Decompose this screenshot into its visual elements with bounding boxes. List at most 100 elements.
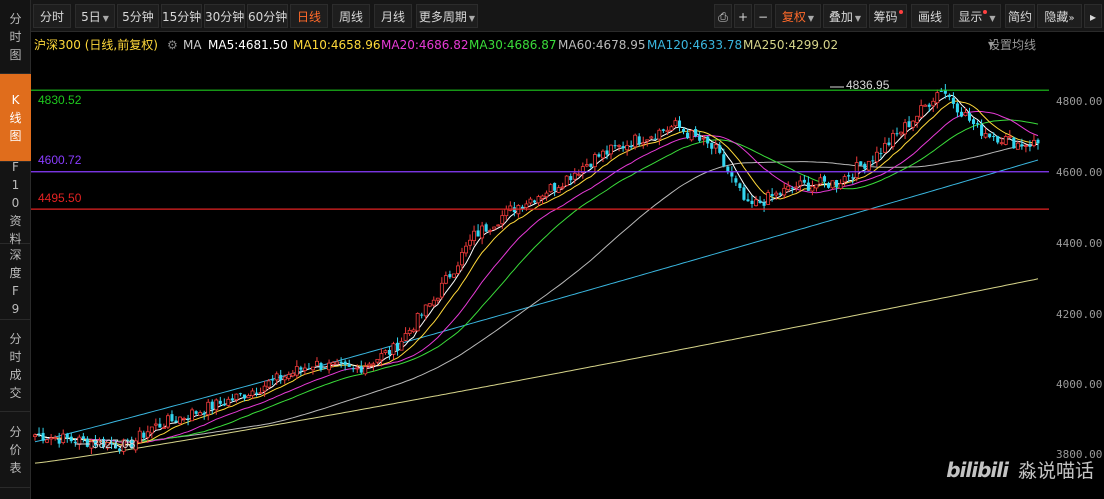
candle-body [73,441,77,444]
candle-body [45,439,50,443]
candle-body [399,340,404,351]
candle-body [967,112,972,121]
candle-body [814,184,819,189]
kline-chart[interactable] [0,0,1104,499]
candle-body [1007,135,1012,138]
candle-body [407,329,412,335]
candle-body [992,136,996,138]
candle-body [435,297,440,301]
candle-body [569,176,573,181]
price-tick: 4800.00 [1056,95,1103,108]
candle-body [701,137,706,140]
candle-body [899,131,903,135]
candle-body [556,187,561,193]
bilibili-watermark: bilibili 淼说喵话 [946,456,1094,483]
candle-body [544,192,549,197]
candle-body [911,120,916,128]
hline-label-4495: 4495.50 [38,191,82,205]
candle-body [698,136,702,141]
candle-body [835,180,839,187]
candle-body [335,361,340,365]
candle-body [686,132,690,139]
candle-body [758,200,762,203]
candle-body [939,90,943,92]
candle-body [472,230,476,242]
candle-body [484,224,488,232]
candle-body [694,129,698,137]
candle-body [290,372,295,377]
candle-body [919,105,924,118]
candle-body [222,403,226,406]
candle-body [645,139,650,142]
candle-body [174,420,178,423]
candle-body [49,437,54,440]
candle-body [826,183,831,188]
candle-body [907,121,911,128]
candle-body [315,360,319,367]
candle-body [468,239,472,246]
candle-body [564,175,569,186]
candle-body [448,274,452,278]
candle-body [480,225,485,239]
candle-body [609,144,613,155]
candle-body [540,195,545,199]
candle-body [637,136,641,144]
candle-body [234,393,239,401]
candle-body [255,392,259,394]
candle-body [1023,145,1028,147]
candle-body [972,119,976,125]
high-annotation: 4836.95 [846,78,890,92]
candle-body [242,394,247,399]
candle-body [359,366,363,373]
hline-label-4600: 4600.72 [38,153,82,167]
candle-body [718,145,722,153]
candle-body [61,433,66,444]
candle-body [331,362,336,365]
candle-body [915,115,920,123]
candle-body [323,368,327,370]
candle-body [149,426,154,434]
candle-body [621,146,625,149]
candle-body [548,184,553,193]
price-tick: 4600.00 [1056,166,1103,179]
candle-body [355,367,360,370]
candle-body [307,368,311,370]
candle-body [641,142,646,145]
candle-body [750,200,754,204]
candle-body [279,375,283,381]
candle-body [536,196,541,204]
candle-body [863,163,867,169]
candle-body [657,129,662,140]
candle-body [983,133,988,138]
candle-body [431,299,436,306]
candle-body [1028,145,1032,147]
candle-body [1012,137,1016,149]
candle-body [1020,144,1024,147]
candle-body [1036,139,1040,144]
candle-body [798,180,803,186]
candle-body [838,183,843,189]
price-tick: 4000.00 [1056,378,1103,391]
candle-body [786,185,791,191]
candle-body [396,342,400,351]
candle-body [955,103,959,113]
candle-body [560,186,565,189]
candle-body [746,199,750,202]
candle-body [742,187,746,200]
candle-body [464,245,468,254]
price-tick: 4400.00 [1056,237,1103,250]
candle-body [976,123,980,125]
hline-label-4830: 4830.52 [38,93,82,107]
ma60-line [34,142,1039,442]
candle-body [903,122,907,135]
candle-body [806,182,810,191]
candle-body [427,303,432,307]
candle-body [391,343,396,355]
candle-body [859,161,863,166]
candle-body [871,160,875,162]
candle-body [1015,142,1020,150]
candle-body [488,230,493,232]
candle-body [653,138,657,140]
candle-body [85,438,89,447]
candle-body [665,129,670,133]
